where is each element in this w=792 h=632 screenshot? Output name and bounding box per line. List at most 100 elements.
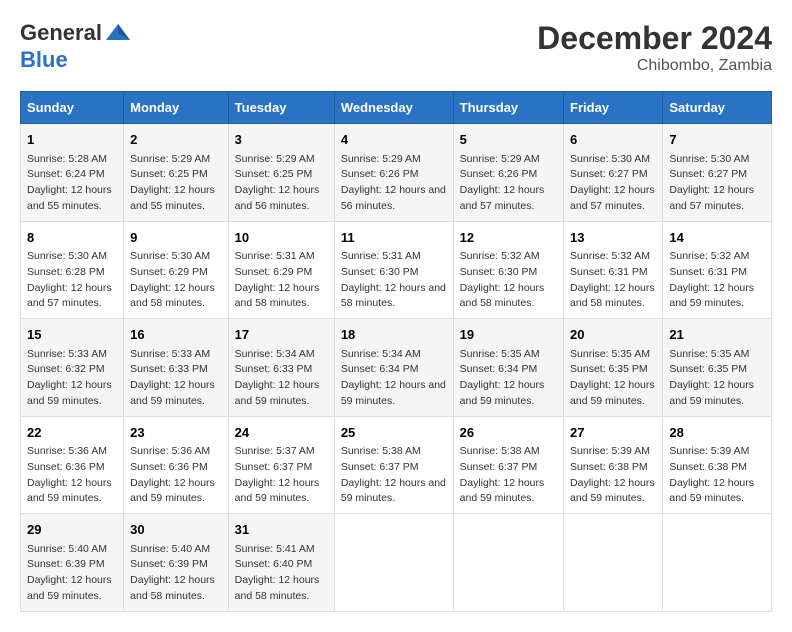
calendar-cell: 4Sunrise: 5:29 AMSunset: 6:26 PMDaylight… [334,124,453,222]
day-info: Sunrise: 5:30 AMSunset: 6:27 PMDaylight:… [570,152,656,215]
day-info: Sunrise: 5:36 AMSunset: 6:36 PMDaylight:… [27,444,117,507]
day-info: Sunrise: 5:30 AMSunset: 6:28 PMDaylight:… [27,249,117,312]
calendar-cell: 26Sunrise: 5:38 AMSunset: 6:37 PMDayligh… [453,416,563,514]
logo-icon [104,20,132,48]
day-number: 24 [235,423,328,443]
day-info: Sunrise: 5:29 AMSunset: 6:26 PMDaylight:… [341,152,447,215]
day-number: 1 [27,130,117,150]
day-info: Sunrise: 5:35 AMSunset: 6:35 PMDaylight:… [669,347,765,410]
day-info: Sunrise: 5:31 AMSunset: 6:29 PMDaylight:… [235,249,328,312]
calendar-cell: 15Sunrise: 5:33 AMSunset: 6:32 PMDayligh… [21,319,124,417]
logo: General Blue [20,20,132,72]
day-number: 7 [669,130,765,150]
day-info: Sunrise: 5:29 AMSunset: 6:26 PMDaylight:… [460,152,557,215]
day-number: 26 [460,423,557,443]
day-number: 16 [130,325,222,345]
calendar-cell: 10Sunrise: 5:31 AMSunset: 6:29 PMDayligh… [228,221,334,319]
day-number: 27 [570,423,656,443]
day-number: 11 [341,228,447,248]
calendar-cell: 20Sunrise: 5:35 AMSunset: 6:35 PMDayligh… [564,319,663,417]
calendar-cell: 5Sunrise: 5:29 AMSunset: 6:26 PMDaylight… [453,124,563,222]
calendar-cell: 2Sunrise: 5:29 AMSunset: 6:25 PMDaylight… [124,124,229,222]
page-header: General Blue December 2024 Chibombo, Zam… [20,20,772,75]
day-info: Sunrise: 5:31 AMSunset: 6:30 PMDaylight:… [341,249,447,312]
day-number: 17 [235,325,328,345]
day-info: Sunrise: 5:30 AMSunset: 6:29 PMDaylight:… [130,249,222,312]
calendar-table: Sunday Monday Tuesday Wednesday Thursday… [20,91,772,612]
day-info: Sunrise: 5:28 AMSunset: 6:24 PMDaylight:… [27,152,117,215]
day-info: Sunrise: 5:32 AMSunset: 6:31 PMDaylight:… [570,249,656,312]
calendar-cell: 23Sunrise: 5:36 AMSunset: 6:36 PMDayligh… [124,416,229,514]
day-number: 3 [235,130,328,150]
day-info: Sunrise: 5:38 AMSunset: 6:37 PMDaylight:… [460,444,557,507]
calendar-cell [663,514,772,612]
day-number: 8 [27,228,117,248]
day-info: Sunrise: 5:40 AMSunset: 6:39 PMDaylight:… [130,542,222,605]
day-info: Sunrise: 5:36 AMSunset: 6:36 PMDaylight:… [130,444,222,507]
calendar-cell: 28Sunrise: 5:39 AMSunset: 6:38 PMDayligh… [663,416,772,514]
day-info: Sunrise: 5:35 AMSunset: 6:35 PMDaylight:… [570,347,656,410]
calendar-cell: 27Sunrise: 5:39 AMSunset: 6:38 PMDayligh… [564,416,663,514]
calendar-week-row: 15Sunrise: 5:33 AMSunset: 6:32 PMDayligh… [21,319,772,417]
col-saturday: Saturday [663,92,772,124]
location-title: Chibombo, Zambia [537,57,772,75]
calendar-header-row: Sunday Monday Tuesday Wednesday Thursday… [21,92,772,124]
day-number: 2 [130,130,222,150]
day-number: 6 [570,130,656,150]
calendar-week-row: 1Sunrise: 5:28 AMSunset: 6:24 PMDaylight… [21,124,772,222]
calendar-cell: 25Sunrise: 5:38 AMSunset: 6:37 PMDayligh… [334,416,453,514]
calendar-week-row: 29 Sunrise: 5:40 AMSunset: 6:39 PMDayligh… [21,514,772,612]
day-info: Sunrise: 5:32 AMSunset: 6:30 PMDaylight:… [460,249,557,312]
calendar-cell [564,514,663,612]
day-info: Sunrise: 5:33 AMSunset: 6:32 PMDaylight:… [27,347,117,410]
day-info: Sunrise: 5:37 AMSunset: 6:37 PMDaylight:… [235,444,328,507]
col-wednesday: Wednesday [334,92,453,124]
calendar-cell: 7Sunrise: 5:30 AMSunset: 6:27 PMDaylight… [663,124,772,222]
day-number: 4 [341,130,447,150]
calendar-cell: 11Sunrise: 5:31 AMSunset: 6:30 PMDayligh… [334,221,453,319]
calendar-cell: 24Sunrise: 5:37 AMSunset: 6:37 PMDayligh… [228,416,334,514]
calendar-week-row: 8Sunrise: 5:30 AMSunset: 6:28 PMDaylight… [21,221,772,319]
col-tuesday: Tuesday [228,92,334,124]
calendar-cell: 6Sunrise: 5:30 AMSunset: 6:27 PMDaylight… [564,124,663,222]
day-info: Sunrise: 5:30 AMSunset: 6:27 PMDaylight:… [669,152,765,215]
day-info: Sunrise: 5:34 AMSunset: 6:33 PMDaylight:… [235,347,328,410]
day-info: Sunrise: 5:33 AMSunset: 6:33 PMDaylight:… [130,347,222,410]
calendar-cell [334,514,453,612]
day-info: Sunrise: 5:34 AMSunset: 6:34 PMDaylight:… [341,347,447,410]
day-number: 5 [460,130,557,150]
logo-blue-text: Blue [20,48,132,72]
day-number: 18 [341,325,447,345]
day-info: Sunrise: 5:35 AMSunset: 6:34 PMDaylight:… [460,347,557,410]
day-number: 23 [130,423,222,443]
calendar-cell: 1Sunrise: 5:28 AMSunset: 6:24 PMDaylight… [21,124,124,222]
calendar-cell: 21Sunrise: 5:35 AMSunset: 6:35 PMDayligh… [663,319,772,417]
day-number: 30 [130,520,222,540]
day-number: 9 [130,228,222,248]
calendar-cell: 14Sunrise: 5:32 AMSunset: 6:31 PMDayligh… [663,221,772,319]
calendar-cell: 18Sunrise: 5:34 AMSunset: 6:34 PMDayligh… [334,319,453,417]
calendar-week-row: 22Sunrise: 5:36 AMSunset: 6:36 PMDayligh… [21,416,772,514]
calendar-cell: 13Sunrise: 5:32 AMSunset: 6:31 PMDayligh… [564,221,663,319]
calendar-cell: 12Sunrise: 5:32 AMSunset: 6:30 PMDayligh… [453,221,563,319]
day-info: Sunrise: 5:41 AMSunset: 6:40 PMDaylight:… [235,542,328,605]
col-monday: Monday [124,92,229,124]
day-info: Sunrise: 5:29 AMSunset: 6:25 PMDaylight:… [130,152,222,215]
day-number: 31 [235,520,328,540]
day-number: 19 [460,325,557,345]
title-block: December 2024 Chibombo, Zambia [537,20,772,75]
day-number: 12 [460,228,557,248]
day-number: 15 [27,325,117,345]
day-number: 29 [27,520,117,540]
calendar-cell: 16Sunrise: 5:33 AMSunset: 6:33 PMDayligh… [124,319,229,417]
calendar-cell: 17Sunrise: 5:34 AMSunset: 6:33 PMDayligh… [228,319,334,417]
calendar-cell [453,514,563,612]
calendar-cell: 29Sunrise: 5:40 AMSunset: 6:39 PMDayligh… [21,514,124,612]
day-number: 21 [669,325,765,345]
calendar-cell: 8Sunrise: 5:30 AMSunset: 6:28 PMDaylight… [21,221,124,319]
col-thursday: Thursday [453,92,563,124]
day-number: 13 [570,228,656,248]
day-info: Sunrise: 5:29 AMSunset: 6:25 PMDaylight:… [235,152,328,215]
logo-text: General [20,20,132,45]
day-number: 14 [669,228,765,248]
